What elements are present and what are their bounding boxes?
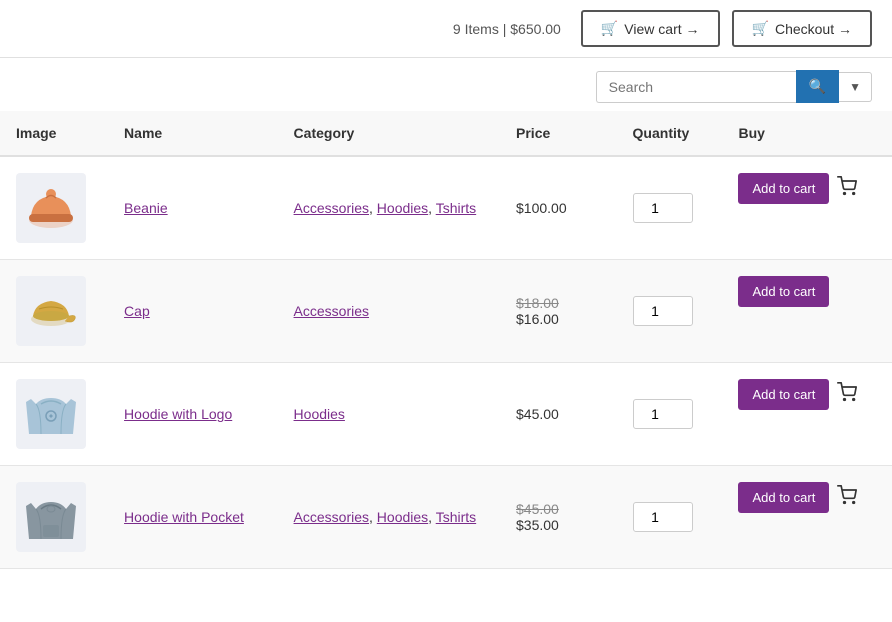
product-image-beanie	[16, 173, 86, 243]
product-buy-cell-beanie: Add to cart	[722, 157, 892, 220]
category-link-hoodie-pocket-0[interactable]: Accessories	[294, 509, 369, 525]
price-original-hoodie-pocket: $45.00	[516, 501, 601, 517]
view-cart-button[interactable]: 🛒 View cart →	[581, 10, 720, 47]
chevron-down-icon: ▼	[849, 80, 861, 94]
product-link-hoodie-logo[interactable]: Hoodie with Logo	[124, 406, 232, 422]
product-image-cell-hoodie-logo	[0, 363, 108, 466]
category-link-hoodie-pocket-2[interactable]: Tshirts	[436, 509, 476, 525]
product-link-cap[interactable]: Cap	[124, 303, 150, 319]
category-link-beanie-1[interactable]: Hoodies	[377, 200, 428, 216]
product-category-cell-cap: Accessories	[278, 260, 500, 363]
add-to-cart-button-beanie[interactable]: Add to cart	[738, 173, 829, 204]
table-row: Beanie Accessories, Hoodies, Tshirts $100.…	[0, 156, 892, 260]
product-price-cell-cap: $18.00$16.00	[500, 260, 617, 363]
search-bar: 🔍 ▼	[0, 58, 892, 111]
search-icon: 🔍	[809, 78, 826, 94]
category-link-hoodie-pocket-1[interactable]: Hoodies	[377, 509, 428, 525]
category-link-beanie-2[interactable]: Tshirts	[436, 200, 476, 216]
checkout-button[interactable]: 🛒 Checkout →	[732, 10, 872, 47]
price-current-hoodie-pocket: $35.00	[516, 517, 601, 533]
category-link-beanie-0[interactable]: Accessories	[294, 200, 369, 216]
product-name-cell-hoodie-logo: Hoodie with Logo	[108, 363, 278, 466]
col-header-name: Name	[108, 111, 278, 156]
cart-icon-beanie	[837, 176, 857, 201]
category-link-cap-0[interactable]: Accessories	[294, 303, 369, 319]
col-header-buy: Buy	[722, 111, 892, 156]
checkout-icon: 🛒	[752, 20, 769, 37]
table-row: Hoodie with Logo Hoodies $45.00 Add to cart	[0, 363, 892, 466]
price-current-cap: $16.00	[516, 311, 601, 327]
product-table: Image Name Category Price Quantity Buy B…	[0, 111, 892, 569]
product-image-hoodie-logo	[16, 379, 86, 449]
product-category-cell-hoodie-logo: Hoodies	[278, 363, 500, 466]
product-name-cell-hoodie-pocket: Hoodie with Pocket	[108, 466, 278, 569]
product-buy-cell-hoodie-pocket: Add to cart	[722, 466, 892, 529]
product-buy-cell-cap: Add to cart	[722, 260, 892, 323]
quantity-input-beanie[interactable]	[633, 193, 693, 223]
cart-icon: 🛒	[601, 20, 618, 37]
table-header-row: Image Name Category Price Quantity Buy	[0, 111, 892, 156]
price-original-cap: $18.00	[516, 295, 601, 311]
product-image-cell-hoodie-pocket	[0, 466, 108, 569]
col-header-price: Price	[500, 111, 617, 156]
add-to-cart-button-hoodie-pocket[interactable]: Add to cart	[738, 482, 829, 513]
cart-icon-hoodie-pocket	[837, 485, 857, 510]
quantity-input-hoodie-pocket[interactable]	[633, 502, 693, 532]
product-price-cell-hoodie-pocket: $45.00$35.00	[500, 466, 617, 569]
checkout-label: Checkout →	[775, 21, 852, 37]
product-quantity-cell-cap	[617, 260, 723, 363]
cart-info: 9 Items | $650.00	[453, 21, 561, 37]
product-link-beanie[interactable]: Beanie	[124, 200, 168, 216]
product-quantity-cell-hoodie-pocket	[617, 466, 723, 569]
cart-icon-hoodie-logo	[837, 382, 857, 407]
product-category-cell-hoodie-pocket: Accessories, Hoodies, Tshirts	[278, 466, 500, 569]
table-row: Cap Accessories $18.00$16.00 Add to cart	[0, 260, 892, 363]
col-header-quantity: Quantity	[617, 111, 723, 156]
add-to-cart-button-hoodie-logo[interactable]: Add to cart	[738, 379, 829, 410]
search-dropdown-button[interactable]: ▼	[839, 72, 872, 102]
product-image-cell-cap	[0, 260, 108, 363]
product-price-cell-hoodie-logo: $45.00	[500, 363, 617, 466]
category-link-hoodie-logo-0[interactable]: Hoodies	[294, 406, 345, 422]
add-to-cart-button-cap[interactable]: Add to cart	[738, 276, 829, 307]
product-name-cell-beanie: Beanie	[108, 156, 278, 260]
table-row: Hoodie with Pocket Accessories, Hoodies, …	[0, 466, 892, 569]
product-image-cap	[16, 276, 86, 346]
product-link-hoodie-pocket[interactable]: Hoodie with Pocket	[124, 509, 244, 525]
col-header-category: Category	[278, 111, 500, 156]
product-quantity-cell-beanie	[617, 156, 723, 260]
col-header-image: Image	[0, 111, 108, 156]
search-button[interactable]: 🔍	[796, 70, 839, 103]
product-buy-cell-hoodie-logo: Add to cart	[722, 363, 892, 426]
product-name-cell-cap: Cap	[108, 260, 278, 363]
product-image-hoodie-pocket	[16, 482, 86, 552]
price-current-beanie: $100.00	[516, 200, 601, 216]
product-price-cell-beanie: $100.00	[500, 156, 617, 260]
product-quantity-cell-hoodie-logo	[617, 363, 723, 466]
view-cart-label: View cart →	[624, 21, 699, 37]
product-category-cell-beanie: Accessories, Hoodies, Tshirts	[278, 156, 500, 260]
product-image-cell-beanie	[0, 156, 108, 260]
quantity-input-cap[interactable]	[633, 296, 693, 326]
search-input[interactable]	[596, 71, 796, 103]
quantity-input-hoodie-logo[interactable]	[633, 399, 693, 429]
price-current-hoodie-logo: $45.00	[516, 406, 601, 422]
top-bar: 9 Items | $650.00 🛒 View cart → 🛒 Checko…	[0, 0, 892, 58]
